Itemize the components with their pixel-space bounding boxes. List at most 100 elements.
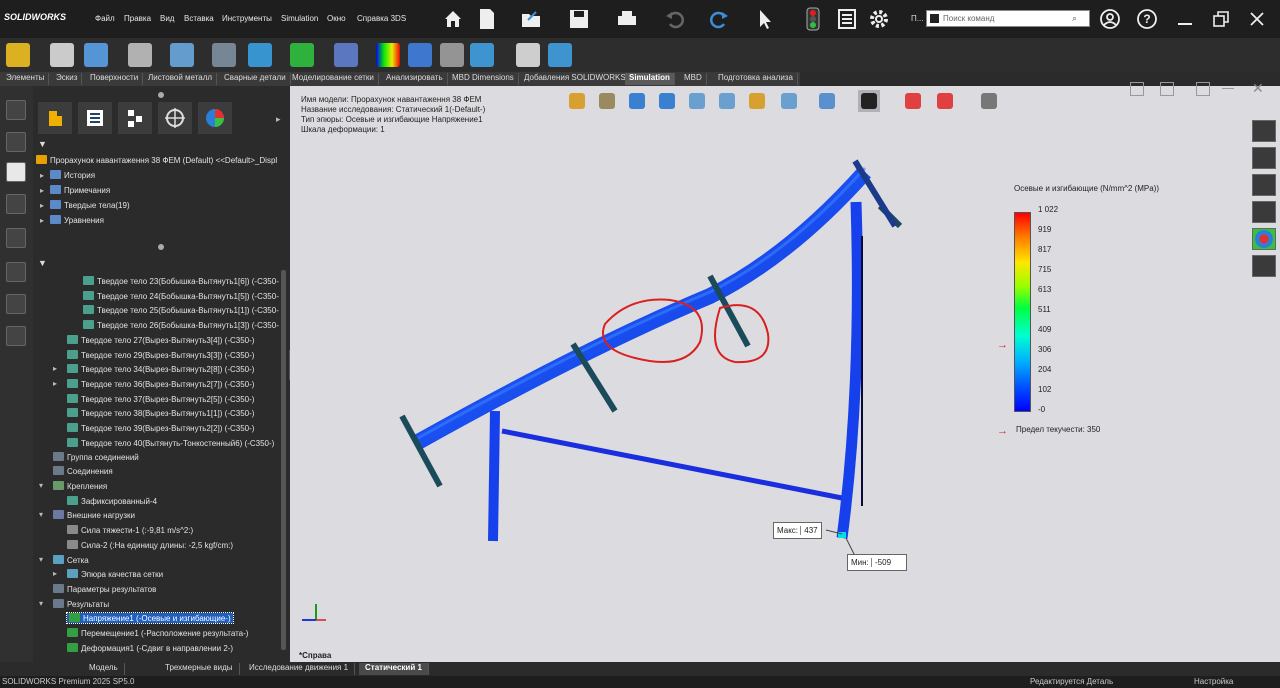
left-strip-tool-icon[interactable] <box>6 294 26 314</box>
simulation-tool-icon[interactable] <box>212 43 236 67</box>
expand-arrow-icon[interactable]: ▾ <box>39 481 43 490</box>
expand-arrow-icon[interactable]: ▸ <box>53 379 57 388</box>
dimxpert-tab[interactable] <box>158 102 192 134</box>
left-strip-tool-icon[interactable] <box>6 162 26 182</box>
select-arrow-icon[interactable] <box>752 6 778 32</box>
expand-arrow-icon[interactable]: ▸ <box>40 216 44 225</box>
task-pane-home-icon[interactable] <box>1252 120 1276 142</box>
property-manager-tab[interactable] <box>78 102 112 134</box>
tree-node[interactable]: Перемещение1 (-Расположение результата-) <box>67 628 248 638</box>
save-icon[interactable] <box>566 6 592 32</box>
simulation-tool-icon[interactable] <box>408 43 432 67</box>
tree-node[interactable]: Деформация1 (-Сдвиг в направлении 2-) <box>67 643 233 653</box>
gear-icon[interactable] <box>866 6 892 32</box>
solid-body-item[interactable]: Твердое тело 26(Бобышка-Вытянуть1[3]) (-… <box>83 320 279 330</box>
solid-body-item[interactable]: ▸ Твердое тело 34(Вырез-Вытянуть2[8]) (-С… <box>53 364 254 374</box>
expand-arrow-icon[interactable]: ▸ <box>40 186 44 195</box>
menu-item[interactable]: Инструменты <box>222 14 272 23</box>
simulation-tool-icon[interactable] <box>50 43 74 67</box>
tree-node[interactable]: ▾ Внешние нагрузки <box>39 510 135 520</box>
tab-5[interactable]: Моделирование сетки <box>288 73 379 85</box>
stress-plot-item[interactable]: Напряжение1 (-Осевые и изгибающие-) <box>66 612 234 624</box>
legend-color-bar[interactable] <box>1014 212 1031 412</box>
simulation-tool-icon[interactable] <box>6 43 30 67</box>
tree-item[interactable]: ▸ Уравнения <box>40 215 104 225</box>
simulation-tool-icon[interactable] <box>470 43 494 67</box>
solid-body-item[interactable]: Твердое тело 25(Бобышка-Вытянуть1[1]) (-… <box>83 305 279 315</box>
tree-node[interactable]: Параметры результатов <box>53 584 156 594</box>
tab-4[interactable]: Сварные детали <box>220 73 291 85</box>
simulation-tool-icon[interactable] <box>290 43 314 67</box>
menu-item[interactable]: Вставка <box>184 14 214 23</box>
simulation-tool-icon[interactable] <box>248 43 272 67</box>
expand-arrow-icon[interactable]: ▾ <box>39 599 43 608</box>
tab-9[interactable]: Simulation <box>625 73 675 85</box>
tree-item[interactable]: ▸ Примечания <box>40 185 110 195</box>
undo-icon[interactable] <box>662 6 688 32</box>
traffic-light-icon[interactable] <box>800 6 826 32</box>
bottom-tab[interactable]: Трехмерные виды <box>159 663 240 675</box>
left-strip-tool-icon[interactable] <box>6 262 26 282</box>
menu-item[interactable]: Справка 3DS <box>357 14 406 23</box>
panel-grip[interactable] <box>158 92 164 98</box>
user-icon[interactable] <box>1097 6 1123 32</box>
tab-11[interactable]: Подготовка анализа <box>714 73 798 85</box>
tab-2[interactable]: Поверхности <box>86 73 144 85</box>
help-icon[interactable]: ? <box>1134 6 1160 32</box>
tree-node[interactable]: ▸ Эпюра качества сетки <box>53 569 163 579</box>
file-explorer-icon[interactable] <box>1252 174 1276 196</box>
frame-model[interactable] <box>290 86 1280 662</box>
print-icon[interactable] <box>614 6 640 32</box>
tree-node[interactable]: Группа соединений <box>53 452 139 462</box>
expand-arrow-icon[interactable]: ▾ <box>39 510 43 519</box>
left-strip-tool-icon[interactable] <box>6 326 26 346</box>
search-input[interactable]: Поиск команд ⌕ <box>926 10 1090 27</box>
simulation-tool-icon[interactable] <box>334 43 358 67</box>
customize-status[interactable]: Настройка <box>1194 677 1233 686</box>
filter-icon[interactable]: ▼ <box>38 139 47 149</box>
tree-node[interactable]: Зафиксированный-4 <box>67 496 157 506</box>
solid-body-item[interactable]: Твердое тело 39(Вырез-Вытянуть2[2]) (-С3… <box>67 423 254 433</box>
close-icon[interactable] <box>1244 6 1270 32</box>
tree-scrollbar[interactable] <box>281 270 286 650</box>
solid-body-item[interactable]: Твердое тело 27(Вырез-Вытянуть3[4]) (-С3… <box>67 334 254 345</box>
expand-arrow-icon[interactable]: ▸ <box>40 201 44 210</box>
new-document-icon[interactable] <box>474 6 500 32</box>
tab-0[interactable]: Элементы <box>2 73 50 85</box>
solid-body-item[interactable]: Твердое тело 24(Бобышка-Вытянуть1[5]) (-… <box>83 290 279 301</box>
tree-node[interactable]: Соединения <box>53 466 113 476</box>
expand-arrow-icon[interactable]: ▾ <box>39 555 43 564</box>
tree-node[interactable]: Сила-2 (:На единицу длины: -2,5 kgf/cm:) <box>67 540 233 550</box>
display-manager-tab[interactable] <box>198 102 232 134</box>
tab-8[interactable]: Добавления SOLIDWORKS <box>520 73 631 85</box>
tab-7[interactable]: MBD Dimensions <box>448 73 519 85</box>
bottom-tab[interactable]: Исследование движения 1 <box>243 663 356 675</box>
tree-node[interactable]: ▾ Результаты <box>39 599 109 609</box>
feature-manager-tab[interactable] <box>38 102 72 134</box>
simulation-tool-icon[interactable] <box>548 43 572 67</box>
menu-item[interactable]: Правка <box>124 14 151 23</box>
view-palette-icon[interactable] <box>1252 201 1276 223</box>
simulation-tool-icon[interactable] <box>170 43 194 67</box>
solid-body-item[interactable]: Твердое тело 38(Вырез-Вытянуть1[1]) (-С3… <box>67 408 254 418</box>
solid-body-item[interactable]: Твердое тело 29(Вырез-Вытянуть3[3]) (-С3… <box>67 349 254 360</box>
tree-node[interactable]: ▾ Сетка <box>39 555 89 565</box>
configuration-manager-tab[interactable] <box>118 102 152 134</box>
left-strip-tool-icon[interactable] <box>6 228 26 248</box>
tree-item[interactable]: ▸ История <box>40 170 95 180</box>
design-library-icon[interactable] <box>1252 147 1276 169</box>
menu-item[interactable]: Файл <box>95 14 115 23</box>
left-strip-tool-icon[interactable] <box>6 100 26 120</box>
search-icon[interactable]: ⌕ <box>1072 13 1077 24</box>
tree-item[interactable]: ▸ Твердые тела(19) <box>40 200 130 210</box>
left-strip-tool-icon[interactable] <box>6 132 26 152</box>
tabs-expand-icon[interactable]: ▸ <box>276 114 281 125</box>
simulation-tool-icon[interactable] <box>128 43 152 67</box>
properties-icon[interactable] <box>834 6 860 32</box>
simulation-tool-icon[interactable] <box>440 43 464 67</box>
solid-body-item[interactable]: Твердое тело 23(Бобышка-Вытянуть1[6]) (-… <box>83 276 279 286</box>
open-icon[interactable] <box>518 6 544 32</box>
solid-body-item[interactable]: ▸ Твердое тело 36(Вырез-Вытянуть2[7]) (-С… <box>53 378 254 389</box>
tab-3[interactable]: Листовой металл <box>144 73 218 85</box>
solid-body-item[interactable]: Твердое тело 40(Вытянуть-Тонкостенный6) … <box>67 437 274 448</box>
